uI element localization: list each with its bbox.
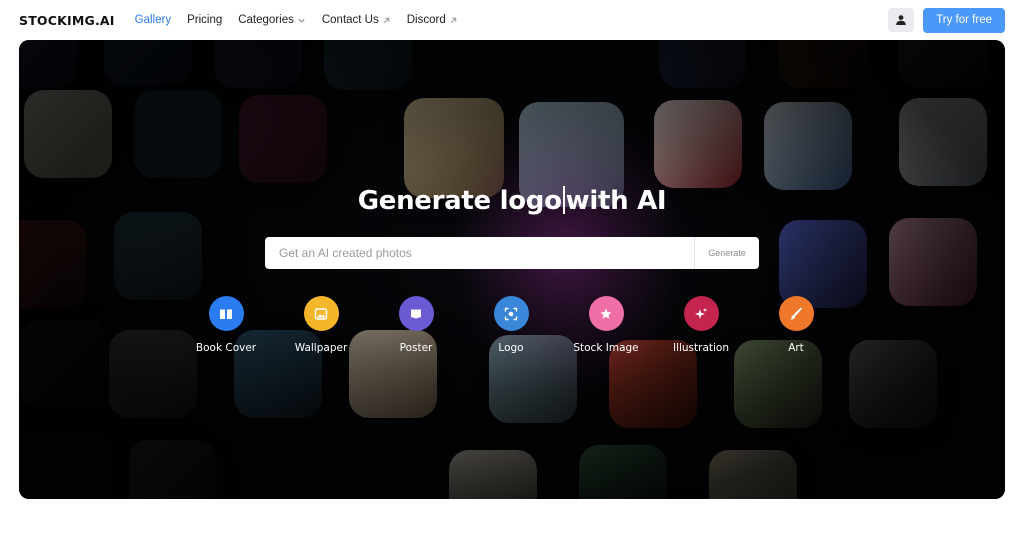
user-icon	[896, 15, 906, 25]
hero-headline: Generate logo with AI	[19, 186, 1005, 216]
typing-caret	[562, 186, 565, 214]
category-label: Book Cover	[195, 342, 257, 354]
try-for-free-button[interactable]: Try for free	[923, 7, 1005, 33]
category-illustration-circle	[683, 296, 719, 331]
nav-gallery-label: Gallery	[134, 14, 172, 26]
image-icon	[314, 307, 328, 320]
nav-contact-us[interactable]: Contact Us	[322, 14, 391, 26]
nav-categories[interactable]: Categories	[238, 14, 306, 26]
category-book-cover-circle	[208, 296, 244, 331]
category-label: Logo	[498, 342, 524, 354]
nav-discord-label: Discord	[406, 14, 446, 26]
prompt-search-bar: Generate	[265, 237, 759, 269]
headline-text-end: with AI	[565, 186, 667, 216]
star-icon	[600, 308, 612, 319]
category-logo[interactable]: Logo	[461, 296, 561, 354]
generate-button[interactable]: Generate	[694, 237, 759, 269]
category-poster-circle	[398, 296, 434, 331]
category-stock-image[interactable]: Stock Image	[556, 296, 656, 354]
category-wallpaper-circle	[303, 296, 339, 331]
brush-icon	[790, 307, 802, 319]
category-label: Illustration	[672, 342, 730, 354]
nav-discord[interactable]: Discord	[407, 14, 458, 26]
external-link-icon	[450, 17, 456, 23]
hero-banner: Generate logowith AI Generate Book Cover…	[19, 40, 1005, 499]
nav-categories-label: Categories	[238, 14, 294, 26]
nav-gallery[interactable]: Gallery	[135, 14, 171, 26]
chevron-down-icon	[298, 18, 305, 23]
category-label: Stock Image	[573, 342, 639, 354]
top-navbar: STOCKIMG.AI Gallery Pricing Categories C…	[0, 0, 1024, 40]
category-label: Wallpaper	[294, 342, 348, 354]
focus-icon	[504, 307, 518, 320]
category-book-cover[interactable]: Book Cover	[176, 296, 276, 354]
category-art-circle	[778, 296, 814, 331]
prompt-input[interactable]	[265, 237, 694, 269]
sparkle-icon	[695, 307, 707, 319]
flag-icon	[411, 309, 421, 318]
category-label: Art	[788, 342, 804, 354]
book-icon	[220, 309, 232, 319]
external-link-icon	[383, 17, 389, 23]
nav-contact-us-label: Contact Us	[321, 14, 379, 26]
account-button[interactable]	[888, 8, 915, 32]
nav-pricing[interactable]: Pricing	[187, 14, 222, 26]
category-logo-circle	[493, 296, 529, 331]
nav-actions: Try for free	[888, 7, 1005, 33]
category-label: Poster	[399, 342, 433, 354]
background-vignette	[19, 40, 1005, 499]
category-stock-image-circle	[588, 296, 624, 331]
category-art[interactable]: Art	[746, 296, 846, 354]
category-poster[interactable]: Poster	[366, 296, 466, 354]
category-wallpaper[interactable]: Wallpaper	[271, 296, 371, 354]
brand-logo[interactable]: STOCKIMG.AI	[19, 13, 115, 28]
headline-text: Generate logo	[357, 186, 562, 216]
category-illustration[interactable]: Illustration	[651, 296, 751, 354]
nav-pricing-label: Pricing	[187, 14, 223, 26]
